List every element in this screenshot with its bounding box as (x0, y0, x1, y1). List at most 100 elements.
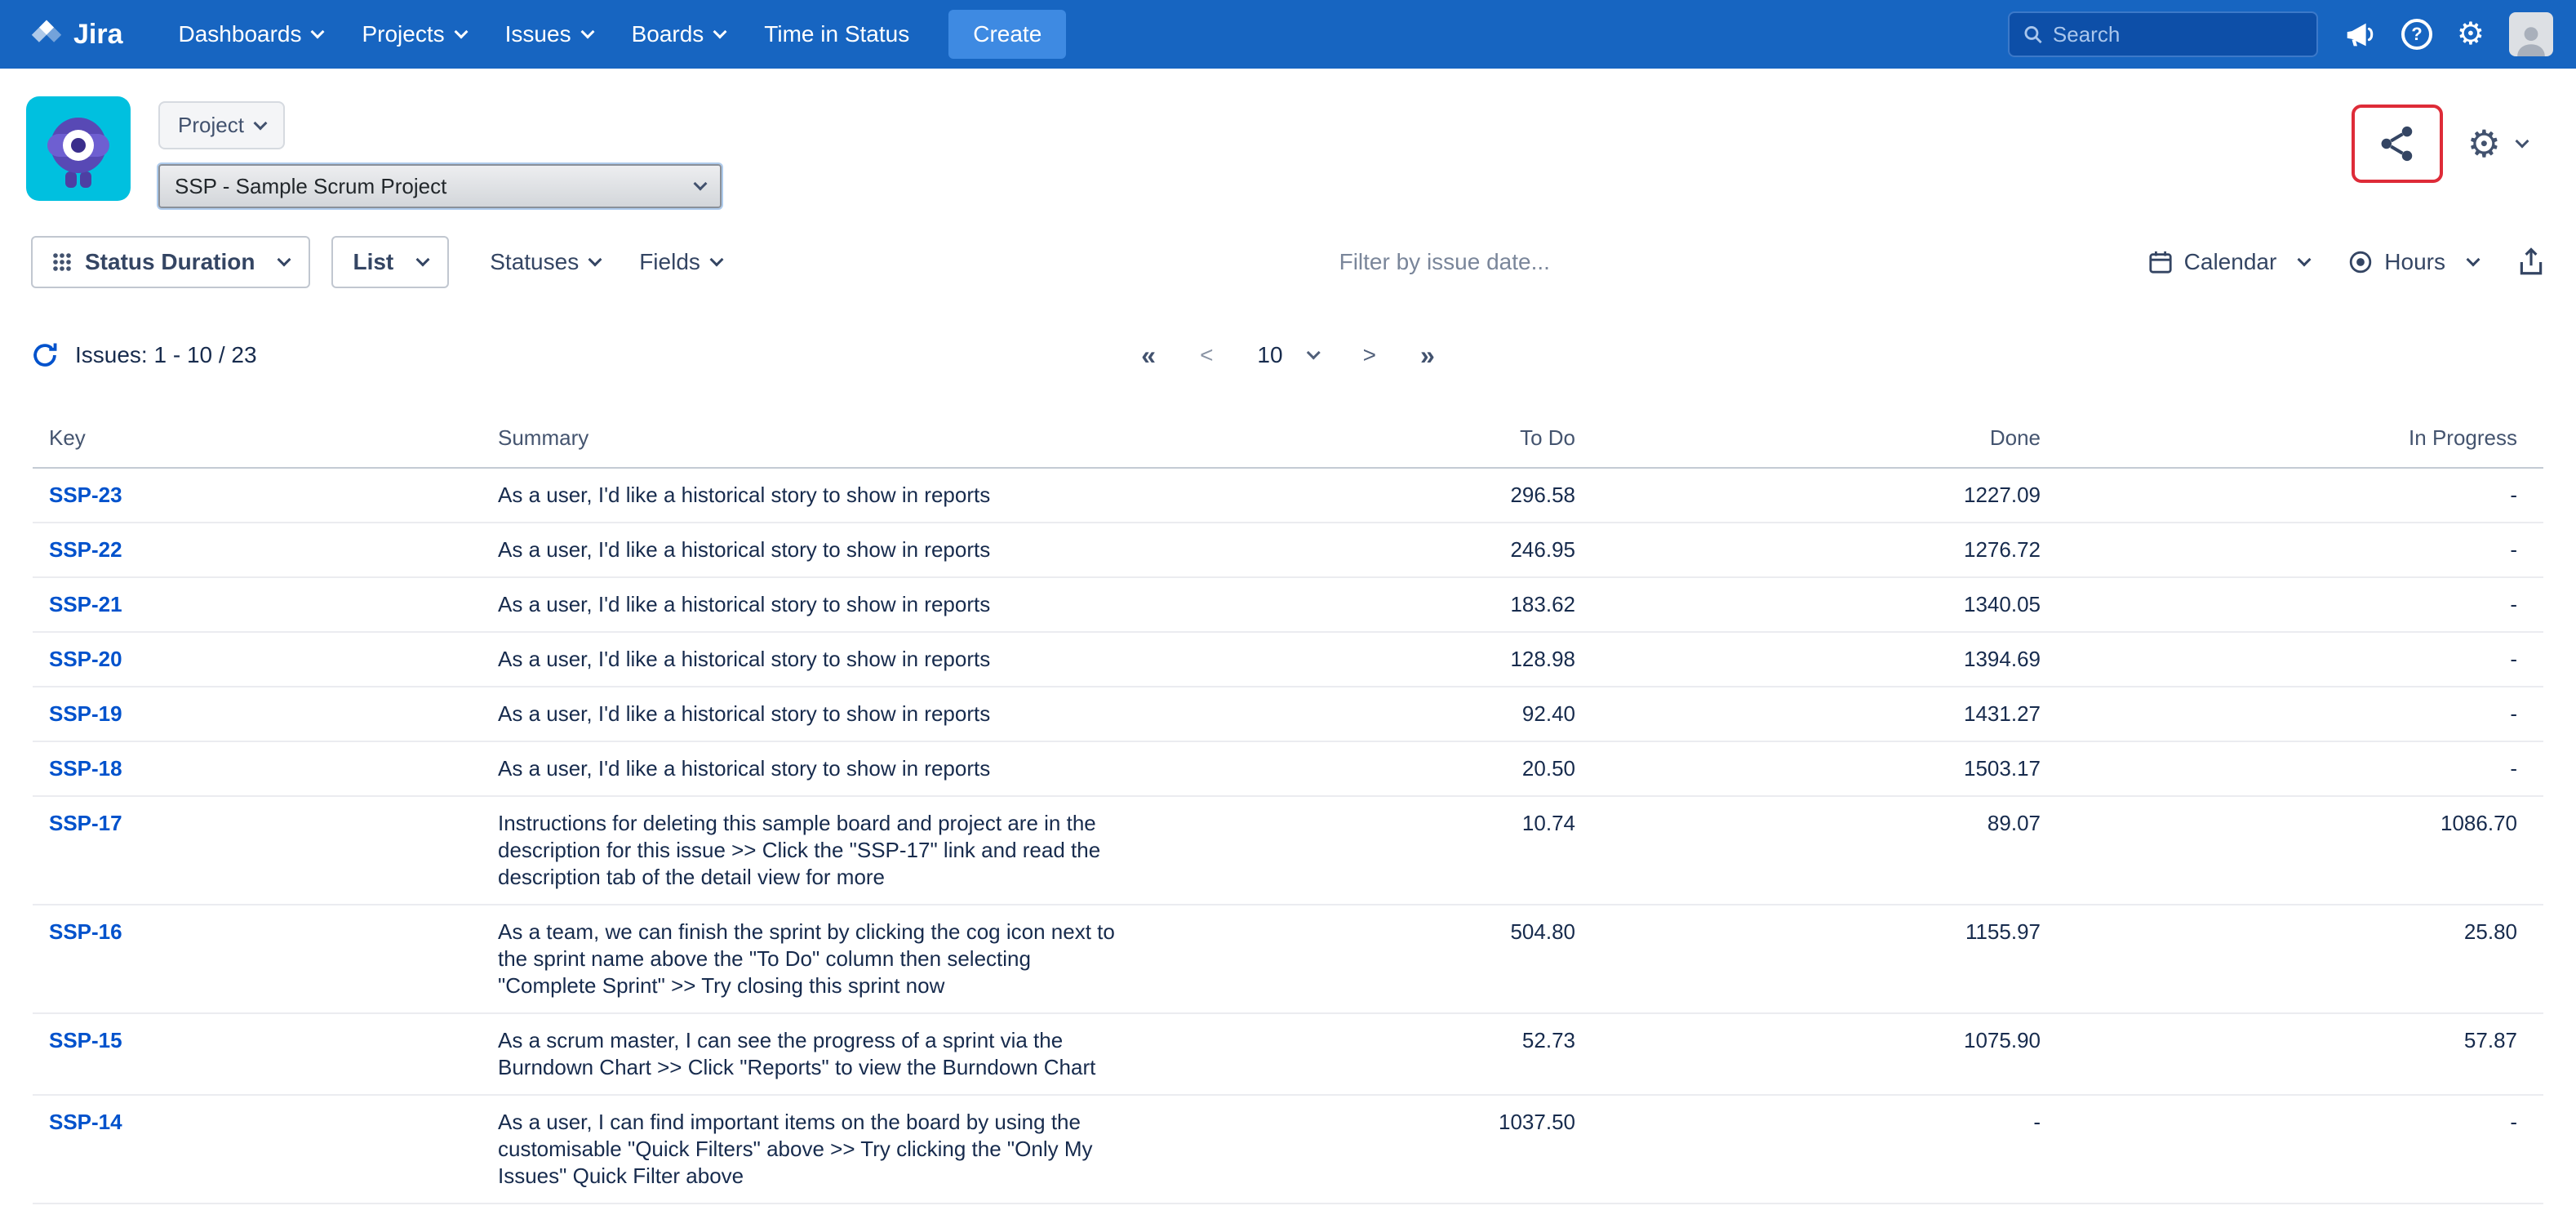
chevron-down-icon (709, 253, 723, 267)
nav-item-time-in-status[interactable]: Time in Status (744, 0, 929, 69)
table-row: SSP-15 As a scrum master, I can see the p… (33, 1013, 2543, 1095)
column-header-todo: To Do (1151, 411, 1592, 468)
pagination: « < 10 > » (1141, 340, 1434, 371)
page-size-dropdown[interactable]: 10 (1257, 342, 1318, 368)
report-type-button[interactable]: Status Duration (31, 236, 310, 288)
view-type-label: List (353, 249, 393, 275)
issue-key-link[interactable]: SSP-23 (49, 483, 122, 507)
issue-key-link[interactable]: SSP-19 (49, 701, 122, 726)
todo-value: 52.73 (1151, 1013, 1592, 1095)
todo-value: 10.74 (1151, 796, 1592, 905)
fields-label: Fields (639, 249, 700, 275)
last-page-button[interactable]: » (1420, 340, 1435, 371)
todo-value: 1037.50 (1151, 1095, 1592, 1204)
report-settings-button[interactable]: ⚙︎ (2467, 125, 2527, 162)
report-toolbar: Status Duration List Statuses Fields Fil… (0, 236, 2576, 288)
scope-label: Project (178, 113, 244, 138)
column-header-key: Key (33, 411, 498, 468)
table-row: SSP-14 As a user, I can find important it… (33, 1095, 2543, 1204)
todo-value: 183.62 (1151, 577, 1592, 632)
statuses-dropdown[interactable]: Statuses (470, 249, 620, 275)
issue-key-link[interactable]: SSP-15 (49, 1028, 122, 1052)
statuses-label: Statuses (490, 249, 579, 275)
nav-label: Boards (632, 21, 704, 47)
person-icon (2514, 24, 2548, 56)
scope-dropdown-button[interactable]: Project (158, 101, 285, 149)
units-dropdown[interactable]: Hours (2348, 249, 2478, 275)
column-header-done: Done (1592, 411, 2057, 468)
chevron-down-icon (311, 25, 325, 39)
chevron-down-icon (416, 253, 430, 267)
first-page-button[interactable]: « (1141, 340, 1156, 371)
issue-key-link[interactable]: SSP-17 (49, 811, 122, 835)
chevron-down-icon (253, 116, 267, 130)
issue-summary: As a user, I'd like a historical story t… (498, 741, 1151, 796)
calendar-label: Calendar (2184, 249, 2277, 275)
todo-value: 504.80 (1151, 905, 1592, 1013)
grid-icon (52, 252, 72, 272)
nav-label: Time in Status (764, 21, 909, 47)
create-button[interactable]: Create (948, 10, 1066, 59)
project-select[interactable]: SSP - Sample Scrum Project (158, 164, 722, 208)
gear-icon[interactable]: ⚙︎ (2457, 19, 2485, 50)
todo-value: 296.58 (1151, 468, 1592, 523)
nav-label: Issues (505, 21, 571, 47)
issues-table-body: SSP-23 As a user, I'd like a historical s… (33, 468, 2543, 1204)
issue-key-link[interactable]: SSP-21 (49, 592, 122, 616)
issue-key-cell: SSP-17 (33, 796, 498, 905)
top-navigation: Jira Dashboards Projects Issues Boards T… (0, 0, 2576, 69)
chevron-down-icon (580, 25, 594, 39)
issue-key-link[interactable]: SSP-20 (49, 647, 122, 671)
chevron-down-icon (713, 25, 727, 39)
share-icon[interactable] (2378, 124, 2417, 163)
units-label: Hours (2384, 249, 2445, 275)
feedback-megaphone-icon[interactable] (2343, 20, 2377, 49)
nav-item-boards[interactable]: Boards (612, 0, 745, 69)
previous-page-button[interactable]: < (1200, 342, 1213, 368)
todo-value: 128.98 (1151, 632, 1592, 687)
search-input[interactable] (2053, 22, 2303, 47)
done-value: 1276.72 (1592, 523, 2057, 577)
issue-summary: As a user, I'd like a historical story t… (498, 687, 1151, 741)
user-avatar[interactable] (2509, 12, 2553, 56)
issue-key-cell: SSP-23 (33, 468, 498, 523)
nav-label: Dashboards (179, 21, 302, 47)
help-icon[interactable]: ? (2401, 19, 2432, 50)
target-icon (2348, 250, 2373, 274)
done-value: 1075.90 (1592, 1013, 2057, 1095)
column-header-summary: Summary (498, 411, 1151, 468)
done-value: 1340.05 (1592, 577, 2057, 632)
fields-dropdown[interactable]: Fields (620, 249, 741, 275)
jira-logo-text: Jira (73, 19, 123, 51)
issue-summary: As a user, I'd like a historical story t… (498, 523, 1151, 577)
issue-summary: As a scrum master, I can see the progres… (498, 1013, 1151, 1095)
issue-key-link[interactable]: SSP-22 (49, 537, 122, 562)
export-icon[interactable] (2517, 247, 2545, 277)
gear-icon: ⚙︎ (2467, 125, 2501, 162)
issue-key-link[interactable]: SSP-14 (49, 1110, 122, 1134)
nav-item-issues[interactable]: Issues (486, 0, 612, 69)
calendar-dropdown[interactable]: Calendar (2148, 249, 2310, 275)
view-type-button[interactable]: List (331, 236, 449, 288)
page-size-value: 10 (1257, 342, 1282, 368)
nav-item-dashboards[interactable]: Dashboards (159, 0, 343, 69)
issue-key-link[interactable]: SSP-18 (49, 756, 122, 781)
project-avatar[interactable] (26, 96, 131, 201)
nav-item-projects[interactable]: Projects (342, 0, 485, 69)
issues-bar: Issues: 1 - 10 / 23 « < 10 > » (0, 336, 2576, 375)
done-value: 1227.09 (1592, 468, 2057, 523)
in-progress-value: - (2057, 1095, 2543, 1204)
refresh-icon[interactable] (31, 341, 59, 369)
issue-key-cell: SSP-21 (33, 577, 498, 632)
calendar-icon (2148, 250, 2173, 274)
date-filter-input[interactable]: Filter by issue date... (741, 249, 2148, 275)
table-row: SSP-19 As a user, I'd like a historical s… (33, 687, 2543, 741)
next-page-button[interactable]: > (1363, 342, 1376, 368)
in-progress-value: - (2057, 687, 2543, 741)
jira-logo[interactable]: Jira (29, 17, 123, 51)
chevron-down-icon (2516, 135, 2529, 149)
issue-summary: As a user, I can find important items on… (498, 1095, 1151, 1204)
issue-key-link[interactable]: SSP-16 (49, 919, 122, 944)
todo-value: 20.50 (1151, 741, 1592, 796)
chevron-down-icon (278, 253, 291, 267)
